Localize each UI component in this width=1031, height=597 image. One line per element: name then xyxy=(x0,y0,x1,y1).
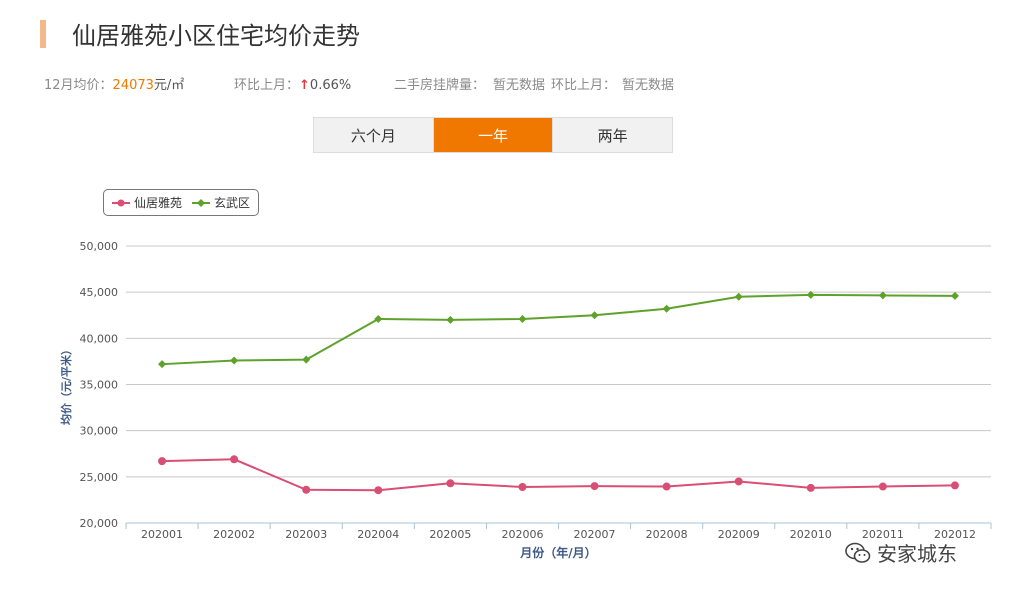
series-1-point xyxy=(302,485,311,494)
series-2-point xyxy=(302,355,311,364)
x-tick-label: 202010 xyxy=(790,528,832,541)
series-1-point xyxy=(230,455,239,464)
legend-label-series-1: 仙居雅苑 xyxy=(134,196,183,210)
x-tick-label: 202001 xyxy=(141,528,183,541)
price-trend-chart: 20,000 25,000 30,000 35,000 40,000 45,000 50,0… xyxy=(59,240,992,560)
series-1-point xyxy=(518,482,527,491)
x-tick-label: 202006 xyxy=(501,528,543,541)
series-2-point xyxy=(446,315,455,324)
series-1-point xyxy=(950,481,959,490)
x-axis-title: 月份（年/月） xyxy=(519,545,596,560)
y-axis-title: 均价（元/平米） xyxy=(59,344,73,425)
series-2-point xyxy=(734,292,743,301)
series-1-point xyxy=(446,479,455,488)
series-2-point xyxy=(518,314,527,323)
y-tick-label: 45,000 xyxy=(80,286,119,299)
legend-marker-series-1 xyxy=(112,199,130,206)
series-line-1 xyxy=(162,458,955,492)
series-1-point xyxy=(374,486,383,495)
series-1-point xyxy=(590,482,599,491)
wechat-icon xyxy=(845,542,871,563)
watermark: 安家城东 xyxy=(845,538,957,567)
series-2-point xyxy=(374,314,383,323)
series-1-point xyxy=(158,457,167,466)
x-tick-label: 202007 xyxy=(574,528,616,541)
legend-item-series-1[interactable]: 仙居雅苑 xyxy=(112,194,182,211)
y-tick-label: 20,000 xyxy=(80,517,119,530)
x-tick-label: 202005 xyxy=(429,528,471,541)
series-line-2 xyxy=(161,293,955,366)
chart-legend: 仙居雅苑 玄武区 xyxy=(103,189,260,216)
legend-label-series-2: 玄武区 xyxy=(214,196,251,210)
x-tick-label: 202009 xyxy=(718,528,760,541)
y-tick-label: 40,000 xyxy=(80,332,119,345)
series-2-point xyxy=(230,356,239,365)
x-tick-label: 202003 xyxy=(285,528,327,541)
series-1-point xyxy=(662,482,671,491)
series-1-point xyxy=(734,477,743,486)
legend-marker-series-2 xyxy=(192,198,211,207)
series-2-point xyxy=(590,311,599,320)
x-tick-label: 202008 xyxy=(646,528,688,541)
series-2-point xyxy=(158,360,167,369)
legend-item-series-2[interactable]: 玄武区 xyxy=(192,194,250,211)
series-1-point xyxy=(878,482,887,491)
series-2-point xyxy=(662,304,671,313)
watermark-text: 安家城东 xyxy=(877,542,957,566)
y-tick-label: 30,000 xyxy=(80,425,119,438)
series-2-point xyxy=(950,291,959,300)
x-tick-label: 202002 xyxy=(213,528,255,541)
y-tick-label: 25,000 xyxy=(80,471,119,484)
series-1-point xyxy=(806,483,815,492)
y-tick-label: 35,000 xyxy=(80,379,119,392)
x-tick-label: 202004 xyxy=(357,528,399,541)
y-tick-label: 50,000 xyxy=(80,240,119,253)
